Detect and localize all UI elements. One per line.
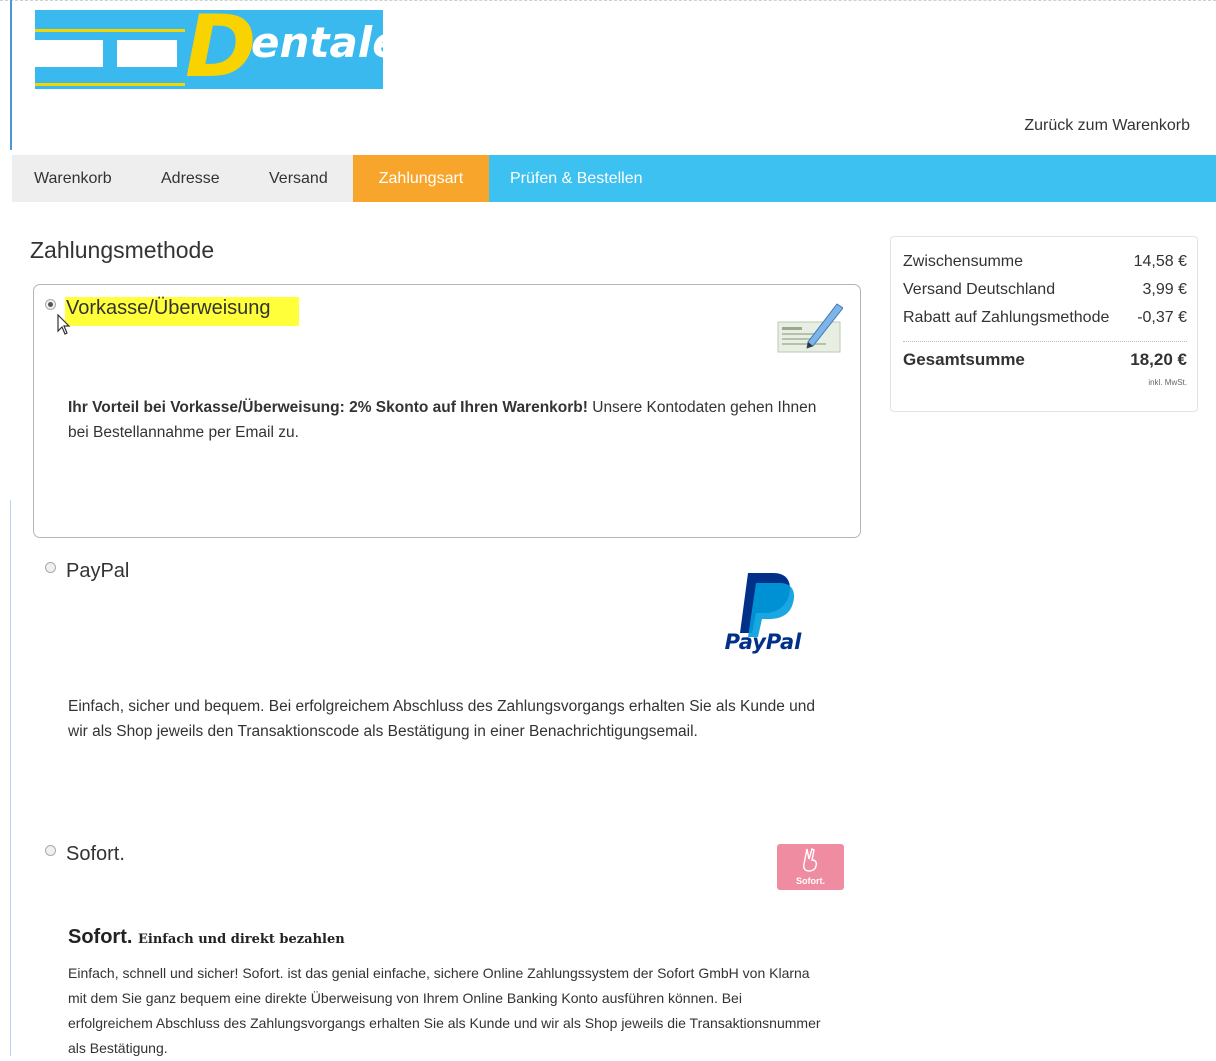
summary-row-discount: Rabatt auf Zahlungsmethode -0,37 € xyxy=(903,309,1187,327)
step-adresse[interactable]: Adresse xyxy=(161,155,220,202)
logo-stripe xyxy=(35,40,103,67)
tax-note: inkl. MwSt. xyxy=(1148,378,1187,387)
radio-paypal[interactable] xyxy=(45,562,56,573)
method-label-sofort[interactable]: Sofort. xyxy=(66,843,125,866)
paypal-logo-icon: PayPal xyxy=(725,573,802,654)
summary-row-shipping: Versand Deutschland 3,99 € xyxy=(903,281,1187,299)
paypal-logo-text: PayPal xyxy=(725,630,802,654)
sofort-heading-subtitle: Einfach und direkt bezahlen xyxy=(138,932,345,947)
logo-line-bottom xyxy=(35,83,185,86)
summary-row-subtotal: Zwischensumme 14,58 € xyxy=(903,253,1187,271)
logo-line-top xyxy=(35,29,185,32)
vorkasse-advantage: Ihr Vorteil bei Vorkasse/Überweisung: 2%… xyxy=(68,399,588,416)
discount-label: Rabatt auf Zahlungsmethode xyxy=(903,309,1110,326)
sofort-heading: Sofort. Einfach und direkt bezahlen xyxy=(68,926,345,949)
vorkasse-description: Ihr Vorteil bei Vorkasse/Überweisung: 2%… xyxy=(68,395,828,445)
sofort-description: Einfach, schnell und sicher! Sofort. ist… xyxy=(68,965,821,1056)
method-label-paypal[interactable]: PayPal xyxy=(66,560,129,583)
step-zahlungsart[interactable]: Zahlungsart xyxy=(353,155,489,202)
sofort-heading-title: Sofort. xyxy=(68,926,133,948)
sofort-logo-icon: Sofort. xyxy=(777,844,844,890)
shipping-value: 3,99 € xyxy=(1142,281,1187,298)
sofort-logo-text: Sofort. xyxy=(796,876,825,886)
total-value: 18,20 € xyxy=(1130,350,1187,369)
shipping-label: Versand Deutschland xyxy=(903,281,1056,298)
radio-vorkasse[interactable] xyxy=(45,299,56,310)
step-warenkorb[interactable]: Warenkorb xyxy=(34,155,112,202)
logo-stripe xyxy=(117,40,177,67)
bank-transfer-icon xyxy=(777,303,843,353)
left-rule xyxy=(10,0,12,150)
method-label-vorkasse[interactable]: Vorkasse/Überweisung xyxy=(65,297,299,326)
checkout-steps-nav: Warenkorb Adresse Versand Zahlungsart Pr… xyxy=(12,155,1216,202)
subtotal-label: Zwischensumme xyxy=(903,253,1024,270)
step-pruefen-bestellen[interactable]: Prüfen & Bestellen xyxy=(510,155,643,202)
paypal-description: Einfach, sicher und bequem. Bei erfolgre… xyxy=(68,698,816,740)
summary-total: Gesamtsumme 18,20 € xyxy=(903,350,1187,370)
radio-sofort[interactable] xyxy=(45,845,56,856)
logo-word: entaler xyxy=(251,18,383,67)
subtotal-value: 14,58 € xyxy=(1133,253,1187,270)
left-rule-lower xyxy=(10,500,11,1056)
dentaler-logo[interactable]: D entaler xyxy=(35,10,383,89)
order-summary: Zwischensumme 14,58 € Versand Deutschlan… xyxy=(890,236,1198,412)
back-to-cart-link[interactable]: Zurück zum Warenkorb xyxy=(1024,117,1190,135)
page-title: Zahlungsmethode xyxy=(30,237,215,263)
victory-hand-icon xyxy=(802,848,817,872)
top-rule xyxy=(0,0,1216,2)
step-versand[interactable]: Versand xyxy=(269,155,328,202)
discount-value: -0,37 € xyxy=(1137,309,1187,326)
mouse-cursor-icon xyxy=(57,314,71,335)
total-label: Gesamtsumme xyxy=(903,350,1025,369)
logo-letter-d: D xyxy=(185,10,257,89)
summary-divider xyxy=(903,341,1187,342)
